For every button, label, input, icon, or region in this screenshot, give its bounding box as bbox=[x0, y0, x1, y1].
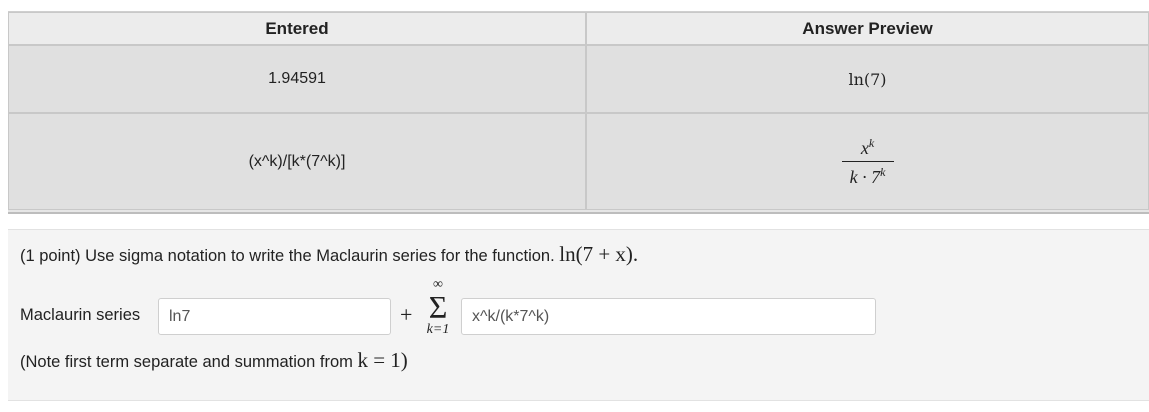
sigma-notation: ∞ Σ k=1 bbox=[421, 278, 455, 338]
entered-value-2: (x^k)/[k*(7^k)] bbox=[8, 113, 586, 210]
problem-points: (1 point) bbox=[20, 247, 81, 265]
preview-value-1: ln(7) bbox=[586, 45, 1149, 113]
problem-function: ln(7 + x). bbox=[559, 242, 639, 266]
results-row-1: 1.94591 ln(7) bbox=[8, 45, 1149, 113]
plus-sign: + bbox=[400, 302, 413, 327]
preview-value-2: xk k · 7k bbox=[586, 113, 1149, 210]
note-suffix: ) bbox=[400, 348, 408, 372]
sigma-icon: Σ bbox=[428, 289, 448, 325]
preview-fraction: xk k · 7k bbox=[841, 135, 894, 188]
note-prefix: (Note first term separate and summation … bbox=[20, 353, 358, 371]
fraction-numerator: xk bbox=[860, 135, 875, 158]
first-term-input[interactable] bbox=[158, 298, 391, 335]
note-math: k = 1 bbox=[357, 348, 401, 372]
problem-panel: (1 point) Use sigma notation to write th… bbox=[8, 229, 1149, 401]
entered-value-1: 1.94591 bbox=[8, 45, 586, 113]
problem-text: Use sigma notation to write the Maclauri… bbox=[80, 247, 560, 265]
summand-input[interactable] bbox=[461, 298, 876, 335]
results-header-row: Entered Answer Preview bbox=[8, 12, 1149, 45]
results-table: Entered Answer Preview 1.94591 ln(7) (x^… bbox=[8, 11, 1149, 214]
problem-statement: (1 point) Use sigma notation to write th… bbox=[20, 242, 638, 267]
header-answer-preview: Answer Preview bbox=[586, 12, 1149, 45]
header-entered: Entered bbox=[8, 12, 586, 45]
fraction-denominator: k · 7k bbox=[849, 164, 886, 187]
sigma-lower-limit: k=1 bbox=[426, 322, 450, 337]
maclaurin-series-label: Maclaurin series bbox=[20, 306, 141, 324]
results-row-2: (x^k)/[k*(7^k)] xk k · 7k bbox=[8, 113, 1149, 210]
problem-note: (Note first term separate and summation … bbox=[20, 348, 408, 373]
